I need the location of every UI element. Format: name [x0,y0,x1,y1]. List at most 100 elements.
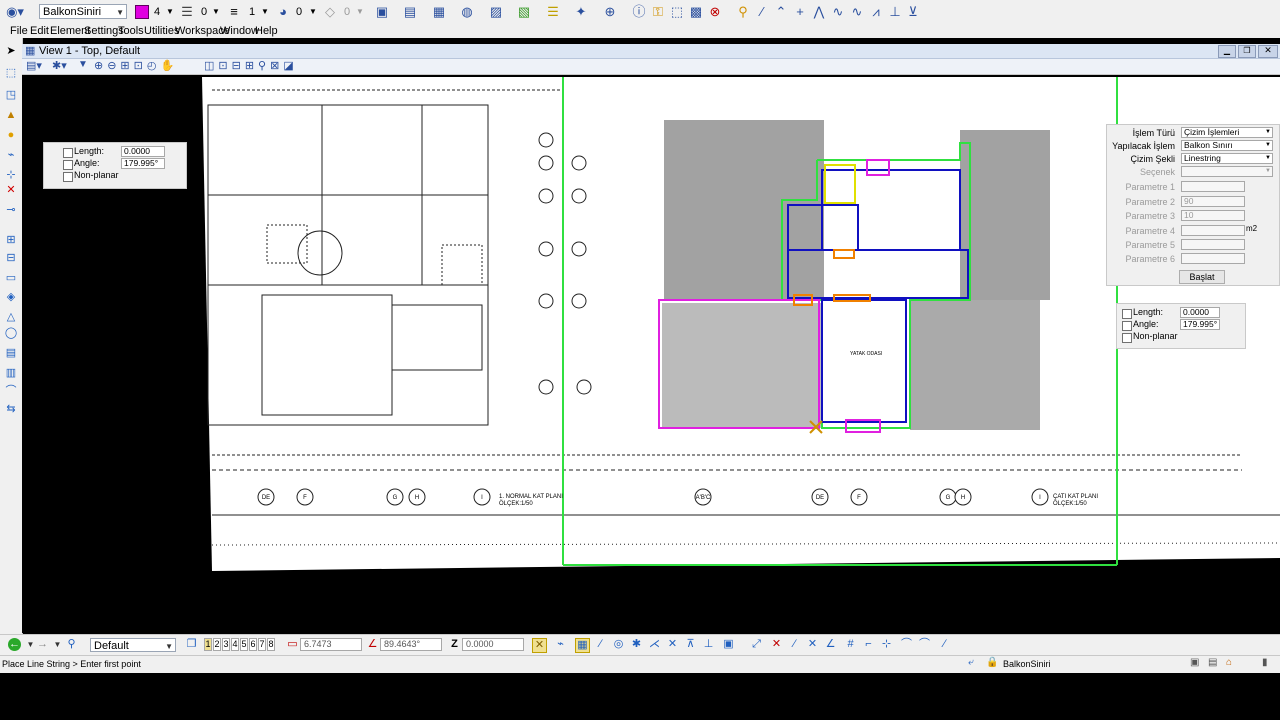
angle-lock-checkbox[interactable] [1122,321,1132,331]
menu-help[interactable]: Help [255,25,278,38]
lock-icon[interactable]: 🔒 [986,657,998,668]
view-toggle-1[interactable]: 1 [204,638,212,651]
view-rotate-tools-icon[interactable]: ◫⊡⊟⊞⚲⊠◪ [204,59,298,72]
view-toggle-4[interactable]: 4 [231,638,239,651]
text-icon[interactable]: ◈ [4,290,18,304]
drawing-view[interactable]: YATAK ODASI DE F G H I A'B'C DE F G H I … [22,75,1280,633]
measure-icon[interactable]: ⊕ [602,4,618,20]
keypoint-snap-icon[interactable]: ⌁ [554,638,567,651]
plus-icon[interactable]: + [792,4,808,20]
restore-icon[interactable]: ❐ [1238,45,1256,58]
zoom-pan-tools-icon[interactable]: ⊕⊖⊞⊡◴✋ [94,59,178,72]
app-eye-icon[interactable]: ◉▾ [4,4,26,20]
arc-tool-icon[interactable]: ⌒ [4,384,18,398]
length-field[interactable]: 0.0000 [1180,307,1220,318]
level-combo[interactable]: BalkonSiniri ▼ [39,4,127,19]
bisector-snap-icon[interactable]: ⋌ [648,638,661,651]
pin-icon[interactable]: ⚲ [735,4,751,20]
line-style-icon[interactable]: ☰ [179,4,195,20]
message-icon[interactable]: ⤶ [968,657,974,668]
shape-icon[interactable]: ▭ [4,271,18,285]
center-snap-icon[interactable]: ◎ [612,638,625,651]
transparency-icon[interactable]: ◕ [275,4,291,20]
arc-snap-icon[interactable]: ⌒ [900,638,913,651]
line-icon[interactable]: ⊸ [4,203,18,217]
distance-field[interactable]: 6.7473 [300,638,362,651]
menu-file[interactable]: File [10,25,28,38]
menu-edit[interactable]: Edit [30,25,49,38]
minimize-icon[interactable]: ▁ [1218,45,1236,58]
curve-icon[interactable]: ∿ [830,4,846,20]
parallel-snap-icon[interactable]: ▣ [722,638,735,651]
chevron-down-icon[interactable]: ▼ [356,5,364,19]
view-toggle-2[interactable]: 2 [213,638,221,651]
pointer-icon[interactable]: ➤ [4,44,18,58]
param3-field[interactable]: 10 [1181,210,1245,221]
modify-icon[interactable]: ⌁ [4,148,18,162]
angle-field[interactable]: 89.4643° [380,638,442,651]
model-icon[interactable]: ⚲ [65,638,78,651]
view-attributes-icon[interactable]: ▤▾ [26,59,42,72]
draw-line-icon[interactable]: ∕ [788,638,801,651]
no-snap-icon[interactable]: ✕ [770,638,783,651]
view-toggle-6[interactable]: 6 [249,638,257,651]
grid-snap-icon[interactable]: ▦ [575,638,590,653]
view-toggle-5[interactable]: 5 [240,638,248,651]
back-icon[interactable]: ← [8,638,21,651]
angle-field[interactable]: 179.995° [121,158,165,169]
cizim-sekli-combo[interactable]: Linestring ▼ [1181,153,1273,164]
yapilacak-combo[interactable]: Balkon Sınırı ▼ [1181,140,1273,151]
length-lock-checkbox[interactable] [1122,309,1132,319]
info-icon[interactable]: ⓘ [631,4,647,20]
fence-icon[interactable]: ▩ [688,4,704,20]
forward-icon[interactable]: → [36,638,49,651]
midpoint-snap-icon[interactable]: ∕ [594,638,607,651]
spline-icon[interactable]: ∿ [849,4,865,20]
levels-icon[interactable]: ☰ [545,4,561,20]
raster-icon[interactable]: ▨ [488,4,504,20]
perpendicular-snap-icon[interactable]: ⊥ [702,638,715,651]
chevron-down-icon[interactable]: ▼ [166,5,174,19]
display-style-icon[interactable]: ✱▾ [52,59,67,72]
param1-field[interactable] [1181,181,1245,192]
snap-toggle-icon[interactable]: ✕ [532,638,547,653]
angle-lock-checkbox[interactable] [63,160,73,170]
line-weight-icon[interactable]: ≡ [226,4,242,20]
terrain-icon[interactable]: ⊻ [905,4,921,20]
menu-window[interactable]: Window [220,25,259,38]
placeline-icon[interactable]: ⊟ [4,251,18,265]
models-icon[interactable]: ▧ [516,4,532,20]
line-tool-icon[interactable]: ∕ [754,4,770,20]
chevron-down-icon[interactable]: ▼ [261,5,269,19]
update-view-icon[interactable]: ▼ [78,59,88,70]
drawing-canvas[interactable]: YATAK ODASI DE F G H I A'B'C DE F G H I … [22,75,1280,633]
stop-icon[interactable]: ⊗ [707,4,723,20]
chevron-down-icon[interactable]: ▼ [309,5,317,19]
corner-icon[interactable]: ⌐ [862,638,875,651]
select-icon[interactable]: ⬚ [669,4,685,20]
polygon-icon[interactable]: ⊞ [4,233,18,247]
multiline-icon[interactable]: ⩘ [868,4,884,20]
chevron-down-icon[interactable]: ▼ [51,638,64,651]
baslat-button[interactable]: Başlat [1179,270,1225,284]
length-lock-checkbox[interactable] [63,148,73,158]
cell-icon[interactable]: ▤ [4,346,18,360]
dimension-icon[interactable]: ⇆ [4,402,18,416]
through-point-icon[interactable]: ⊹ [880,638,893,651]
globe-icon[interactable]: ◍ [459,4,475,20]
intersection-snap-icon[interactable]: ✕ [666,638,679,651]
document-status-icon[interactable]: ▤ [1208,657,1217,668]
angle-snap-icon[interactable]: ∠ [824,638,837,651]
expand-icon[interactable]: ⤢ [750,638,763,651]
nonplanar-checkbox[interactable] [63,172,73,182]
tangent-snap-icon[interactable]: ⊼ [684,638,697,651]
view-title-bar[interactable]: ▦ View 1 - Top, Default ▁ ❐ ✕ [22,44,1280,59]
document-icon[interactable]: ▤ [402,4,418,20]
z-field[interactable]: 0.0000 [462,638,524,651]
param4-field[interactable] [1181,225,1245,236]
manipulate-icon[interactable]: ◳ [4,88,18,102]
references-icon[interactable]: ▦ [431,4,447,20]
brush-icon[interactable]: ▲ [4,108,18,122]
save-icon[interactable]: ▣ [1190,657,1199,668]
palette-icon[interactable]: ● [4,128,18,142]
